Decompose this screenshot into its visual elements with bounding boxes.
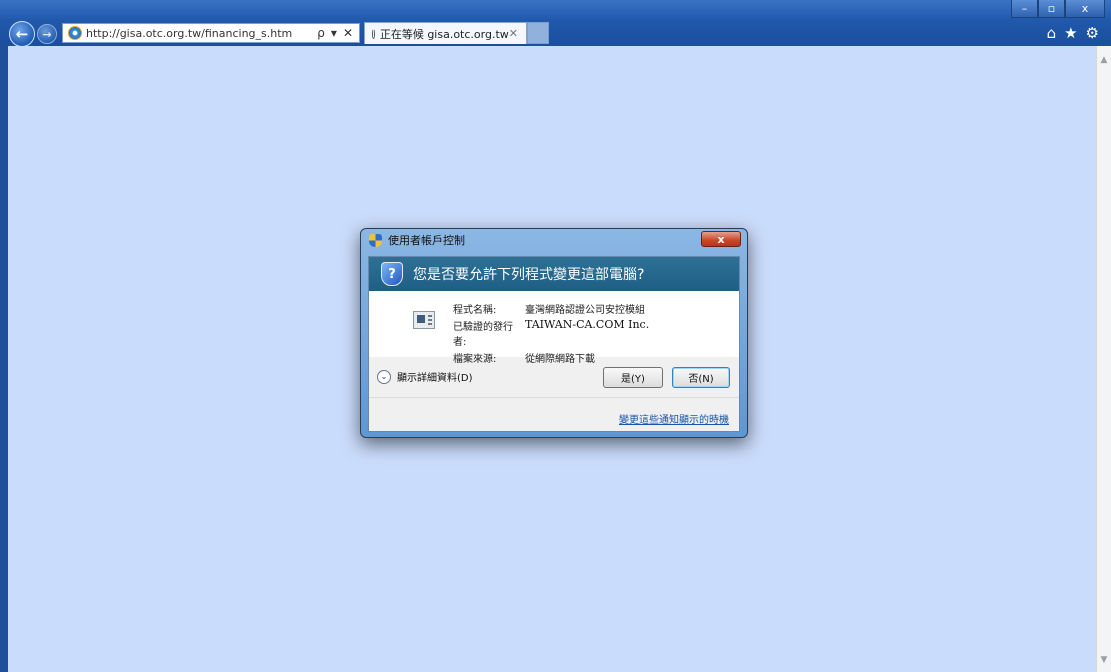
dialog-titlebar: 使用者帳戶控制 x — [361, 229, 747, 251]
change-notification-link[interactable]: 變更這些通知顯示的時機 — [619, 411, 729, 426]
vertical-scrollbar[interactable]: ▲ ▼ — [1096, 46, 1111, 672]
question-shield-icon: ? — [381, 262, 403, 286]
toolbar-icons: ⌂ ★ ⚙ — [1047, 24, 1099, 42]
dialog-header: ? 您是否要允許下列程式變更這部電腦? — [369, 257, 739, 291]
address-controls: ρ ▾ ✕ — [317, 26, 359, 40]
publisher-label: 已驗證的發行者: — [453, 322, 513, 348]
program-info: 程式名稱: 臺灣網路認證公司安控模組 已驗證的發行者: TAIWAN-CA.CO… — [453, 301, 649, 365]
yes-button[interactable]: 是(Y) — [603, 367, 663, 388]
dialog-close-button[interactable]: x — [701, 231, 741, 247]
tab-close-icon[interactable]: ✕ — [509, 27, 526, 40]
program-name-value: 臺灣網路認證公司安控模組 — [525, 305, 645, 316]
home-icon[interactable]: ⌂ — [1047, 24, 1057, 42]
browser-titlebar: ← → http://gisa.otc.org.tw/financing_s.h… — [0, 0, 1111, 47]
forward-button[interactable]: → — [37, 24, 57, 44]
stop-icon[interactable]: ✕ — [343, 26, 353, 40]
scroll-down-icon[interactable]: ▼ — [1097, 652, 1111, 668]
forward-arrow-icon: → — [42, 27, 52, 41]
url-text[interactable]: http://gisa.otc.org.tw/financing_s.htm — [86, 27, 317, 40]
address-bar[interactable]: http://gisa.otc.org.tw/financing_s.htm ρ… — [62, 23, 360, 43]
window-controls: – ▫ x — [1011, 0, 1105, 18]
dialog-panel: ? 您是否要允許下列程式變更這部電腦? 程式名稱: 臺灣網路認證公司安控模組 已… — [368, 256, 740, 432]
footer-divider — [369, 397, 739, 398]
no-button[interactable]: 否(N) — [672, 367, 730, 388]
show-details-label[interactable]: 顯示詳細資料(D) — [397, 369, 473, 384]
window-frame-left — [0, 46, 8, 672]
gear-icon[interactable]: ⚙ — [1086, 24, 1099, 42]
close-window-button[interactable]: x — [1065, 0, 1105, 18]
back-button[interactable]: ← — [9, 21, 35, 47]
loading-spinner-icon — [372, 28, 375, 39]
dialog-footer: ⌄ 顯示詳細資料(D) 是(Y) 否(N) 變更這些通知顯示的時機 — [369, 357, 739, 433]
browser-tab[interactable]: 正在等候 gisa.otc.org.tw ✕ — [364, 22, 527, 44]
tab-title: 正在等候 gisa.otc.org.tw — [379, 27, 509, 41]
back-arrow-icon: ← — [15, 25, 29, 43]
maximize-button[interactable]: ▫ — [1038, 0, 1065, 18]
dropdown-icon[interactable]: ▾ — [331, 26, 337, 40]
new-tab-button[interactable] — [527, 22, 549, 44]
search-icon[interactable]: ρ — [317, 26, 325, 40]
internet-explorer-icon — [68, 26, 82, 40]
dialog-title: 使用者帳戶控制 — [388, 234, 465, 247]
dialog-question: 您是否要允許下列程式變更這部電腦? — [413, 267, 645, 283]
uac-shield-icon — [369, 233, 382, 247]
favorites-icon[interactable]: ★ — [1064, 24, 1077, 42]
program-icon — [413, 311, 435, 329]
scroll-up-icon[interactable]: ▲ — [1097, 52, 1111, 68]
show-details-toggle[interactable]: ⌄ 顯示詳細資料(D) — [377, 369, 473, 384]
uac-dialog: 使用者帳戶控制 x ? 您是否要允許下列程式變更這部電腦? 程式名稱: 臺灣網路… — [360, 228, 748, 438]
program-name-label: 程式名稱: — [453, 305, 497, 316]
dialog-body: 程式名稱: 臺灣網路認證公司安控模組 已驗證的發行者: TAIWAN-CA.CO… — [369, 291, 739, 365]
minimize-button[interactable]: – — [1011, 0, 1038, 18]
publisher-value: TAIWAN-CA.COM Inc. — [525, 318, 650, 331]
chevron-down-icon[interactable]: ⌄ — [377, 369, 391, 384]
